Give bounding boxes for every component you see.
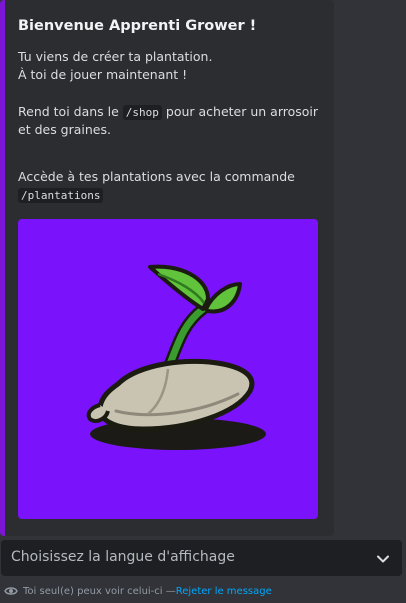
embed-line-6: /plantations — [18, 187, 104, 204]
language-select-placeholder: Choisissez la langue d'affichage — [11, 549, 235, 565]
seed-sprout-icon — [86, 264, 266, 450]
embed-title: Bienvenue Apprenti Grower ! — [18, 18, 257, 34]
embed-line-2: À toi de jouer maintenant ! — [18, 67, 188, 82]
ephemeral-footer: Toi seul(e) peux voir celui-ci — Rejeter… — [4, 585, 272, 597]
embed-line-4: et des graines. — [18, 122, 111, 137]
embed-line-1: Tu viens de créer ta plantation. — [18, 49, 213, 64]
line-3-suffix: pour acheter un arrosoir — [161, 104, 319, 119]
eye-icon — [4, 585, 18, 597]
embed-image[interactable] — [18, 219, 318, 519]
shop-command-code: /shop — [122, 105, 162, 120]
plantations-command-code: /plantations — [18, 188, 104, 203]
welcome-embed: Bienvenue Apprenti Grower ! Tu viens de … — [0, 0, 334, 536]
embed-line-3: Rend toi dans le /shop pour acheter un a… — [18, 104, 318, 121]
chevron-down-icon[interactable] — [376, 551, 390, 570]
embed-line-5: Accède à tes plantations avec la command… — [18, 169, 295, 184]
language-select[interactable]: Choisissez la langue d'affichage — [1, 540, 402, 576]
ephemeral-notice: Toi seul(e) peux voir celui-ci — — [23, 585, 176, 597]
dismiss-message-link[interactable]: Rejeter le message — [176, 586, 272, 597]
line-3-prefix: Rend toi dans le — [18, 104, 123, 119]
